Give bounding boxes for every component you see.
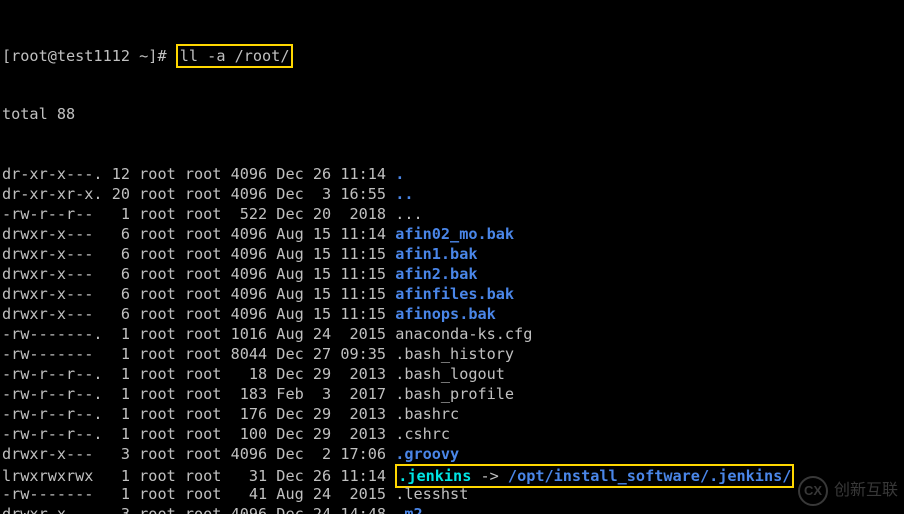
listing-row: -rw-r--r--. 1 root root 183 Feb 3 2017 .…	[2, 384, 902, 404]
row-meta: drwxr-x--- 6 root root 4096 Aug 15 11:14	[2, 225, 395, 243]
terminal-output[interactable]: [root@test1112 ~]# ll -a /root/ total 88…	[0, 0, 904, 514]
file-name: .groovy	[395, 445, 459, 463]
listing-row: drwxr-x--- 6 root root 4096 Aug 15 11:14…	[2, 224, 902, 244]
file-name: afinops.bak	[395, 305, 496, 323]
listing-row: -rw-r--r--. 1 root root 100 Dec 29 2013 …	[2, 424, 902, 444]
row-meta: -rw-------. 1 root root 1016 Aug 24 2015	[2, 325, 395, 343]
row-meta: -rw------- 1 root root 41 Aug 24 2015	[2, 485, 395, 503]
watermark-text: 创新互联	[834, 481, 898, 501]
row-meta: -rw-r--r--. 1 root root 183 Feb 3 2017	[2, 385, 395, 403]
row-meta: drwxr-x--- 6 root root 4096 Aug 15 11:15	[2, 265, 395, 283]
row-meta: drwxr-x--- 6 root root 4096 Aug 15 11:15	[2, 285, 395, 303]
total-line: total 88	[2, 104, 902, 124]
file-name: .m2	[395, 505, 422, 514]
command-text: ll -a /root/	[180, 47, 290, 65]
file-name: .bash_history	[395, 345, 514, 363]
file-name: .bashrc	[395, 405, 459, 423]
row-meta: -rw-r--r--. 1 root root 18 Dec 29 2013	[2, 365, 395, 383]
watermark-logo: CX	[798, 476, 828, 506]
listing-row: lrwxrwxrwx 1 root root 31 Dec 26 11:14 .…	[2, 464, 902, 484]
listing-row: dr-xr-xr-x. 20 root root 4096 Dec 3 16:5…	[2, 184, 902, 204]
row-meta: drwxr-x--- 6 root root 4096 Aug 15 11:15	[2, 245, 395, 263]
row-meta: drwxr-x--- 3 root root 4096 Dec 2 17:06	[2, 445, 395, 463]
file-name: afinfiles.bak	[395, 285, 514, 303]
listing-row: drwxr-x--- 6 root root 4096 Aug 15 11:15…	[2, 264, 902, 284]
row-meta: -rw-r--r--. 1 root root 100 Dec 29 2013	[2, 425, 395, 443]
prompt-line: [root@test1112 ~]# ll -a /root/	[2, 44, 902, 64]
file-name: .lesshst	[395, 485, 468, 503]
file-name: .jenkins	[398, 467, 471, 485]
row-meta: drwxr-x--- 6 root root 4096 Aug 15 11:15	[2, 305, 395, 323]
file-name: afin1.bak	[395, 245, 477, 263]
file-name: .bash_logout	[395, 365, 505, 383]
row-meta: drwxr-x--- 3 root root 4096 Dec 24 14:48	[2, 505, 395, 514]
file-name: afin02_mo.bak	[395, 225, 514, 243]
watermark: CX 创新互联	[798, 476, 898, 506]
listing-row: dr-xr-x---. 12 root root 4096 Dec 26 11:…	[2, 164, 902, 184]
listing-row: -rw-------. 1 root root 1016 Aug 24 2015…	[2, 324, 902, 344]
listing-row: drwxr-x--- 6 root root 4096 Aug 15 11:15…	[2, 304, 902, 324]
listing-row: -rw-r--r--. 1 root root 176 Dec 29 2013 …	[2, 404, 902, 424]
file-name: anaconda-ks.cfg	[395, 325, 532, 343]
listing-row: drwxr-x--- 3 root root 4096 Dec 2 17:06 …	[2, 444, 902, 464]
listing-row: -rw------- 1 root root 8044 Dec 27 09:35…	[2, 344, 902, 364]
listing-row: drwxr-x--- 6 root root 4096 Aug 15 11:15…	[2, 244, 902, 264]
row-meta: lrwxrwxrwx 1 root root 31 Dec 26 11:14	[2, 467, 395, 485]
shell-prompt: [root@test1112 ~]#	[2, 47, 167, 65]
listing-row: drwxr-x--- 6 root root 4096 Aug 15 11:15…	[2, 284, 902, 304]
row-meta: -rw------- 1 root root 8044 Dec 27 09:35	[2, 345, 395, 363]
link-arrow: ->	[471, 467, 508, 485]
row-meta: dr-xr-xr-x. 20 root root 4096 Dec 3 16:5…	[2, 185, 395, 203]
file-name: .	[395, 165, 404, 183]
file-name: ..	[395, 185, 413, 203]
listing-row: -rw-r--r-- 1 root root 522 Dec 20 2018 .…	[2, 204, 902, 224]
listing-row: drwxr-x--- 3 root root 4096 Dec 24 14:48…	[2, 504, 902, 514]
file-name: .cshrc	[395, 425, 450, 443]
link-target: /opt/install_software/.jenkins/	[508, 467, 791, 485]
file-listing: dr-xr-x---. 12 root root 4096 Dec 26 11:…	[2, 164, 902, 514]
row-meta: dr-xr-x---. 12 root root 4096 Dec 26 11:…	[2, 165, 395, 183]
row-meta: -rw-r--r-- 1 root root 522 Dec 20 2018	[2, 205, 395, 223]
file-name: ...	[395, 205, 422, 223]
command-highlight: ll -a /root/	[176, 44, 294, 68]
row-meta: -rw-r--r--. 1 root root 176 Dec 29 2013	[2, 405, 395, 423]
listing-row: -rw-r--r--. 1 root root 18 Dec 29 2013 .…	[2, 364, 902, 384]
file-name: .bash_profile	[395, 385, 514, 403]
file-name: afin2.bak	[395, 265, 477, 283]
